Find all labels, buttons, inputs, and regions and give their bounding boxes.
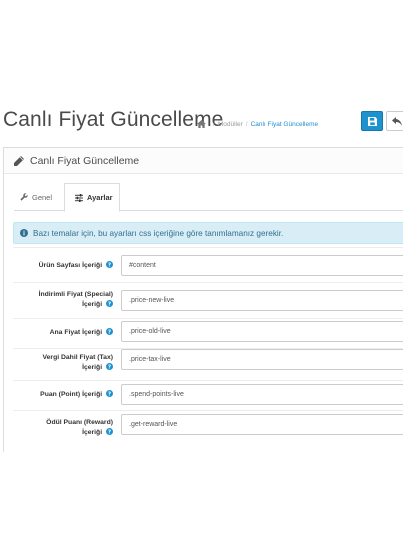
panel-heading: Canlı Fiyat Güncelleme: [4, 148, 403, 174]
info-alert: Bazı temalar için, bu ayarları css içeri…: [13, 222, 403, 244]
breadcrumb-modules[interactable]: Modüller: [218, 121, 243, 128]
form-row-product-page: Ürün Sayfası İçeriği ? #content: [13, 247, 403, 282]
field-label-text: Vergi Dahil Fiyat (Tax): [42, 354, 113, 361]
sliders-icon: [75, 193, 83, 202]
field-label: Ödül Puanı (Reward) İçeriği ?: [18, 418, 113, 438]
tax-price-input[interactable]: .price-tax-live: [121, 349, 403, 370]
field-label-text: İndirimli Fiyat (Special): [38, 291, 113, 298]
save-button[interactable]: [361, 111, 383, 131]
form-row-reward: Ödül Puanı (Reward) İçeriği ? .get-rewar…: [13, 410, 403, 453]
breadcrumb: / Modüller / Canlı Fiyat Güncelleme: [197, 120, 318, 128]
back-button[interactable]: [386, 111, 403, 131]
help-icon[interactable]: ?: [106, 261, 113, 268]
help-icon[interactable]: ?: [106, 300, 113, 307]
panel-title: Canlı Fiyat Güncelleme: [30, 154, 140, 167]
help-icon[interactable]: ?: [106, 363, 113, 370]
field-label-text-line2: İçeriği: [82, 301, 103, 308]
help-icon[interactable]: ?: [106, 428, 113, 435]
field-label-text: Puan (Point) İçeriği: [40, 391, 103, 398]
svg-text:?: ?: [108, 392, 111, 397]
field-label: Vergi Dahil Fiyat (Tax) İçeriği ?: [18, 353, 113, 373]
field-label-text: Ödül Puanı (Reward): [46, 419, 113, 426]
tab-bar: Genel Ayarlar: [14, 183, 403, 212]
svg-text:?: ?: [108, 302, 111, 307]
field-label-text: Ürün Sayfası İçeriği: [38, 262, 103, 269]
svg-text:?: ?: [108, 365, 111, 370]
special-price-input[interactable]: .price-new-live: [121, 290, 403, 311]
reward-input[interactable]: .get-reward-live: [121, 414, 403, 435]
tab-general[interactable]: Genel: [14, 183, 59, 211]
field-label-text: Ana Fiyat İçeriği: [49, 329, 103, 336]
settings-panel: Canlı Fiyat Güncelleme Genel Ayarlar Baz…: [3, 147, 403, 452]
breadcrumb-separator: /: [245, 120, 248, 128]
field-label: İndirimli Fiyat (Special) İçeriği ?: [18, 290, 113, 310]
form-row-old-price: Ana Fiyat İçeriği ? .price-old-live: [13, 318, 403, 348]
field-label-text-line2: İçeriği: [82, 364, 103, 371]
help-icon[interactable]: ?: [106, 328, 113, 335]
tab-settings[interactable]: Ayarlar: [64, 183, 120, 212]
old-price-input[interactable]: .price-old-live: [121, 321, 403, 342]
form-row-tax-price: Vergi Dahil Fiyat (Tax) İçeriği ? .price…: [13, 348, 403, 380]
reply-icon: [392, 116, 402, 126]
svg-text:?: ?: [108, 430, 111, 435]
field-label-text-line2: İçeriği: [82, 429, 103, 436]
points-input[interactable]: .spend-points-live: [121, 384, 403, 405]
alert-text: Bazı temalar için, bu ayarları css içeri…: [33, 228, 284, 238]
home-icon[interactable]: [197, 120, 206, 128]
field-label: Ürün Sayfası İçeriği ?: [18, 261, 113, 271]
help-icon[interactable]: ?: [106, 390, 113, 397]
tab-general-label: Genel: [32, 192, 53, 202]
save-icon: [367, 116, 377, 126]
form-row-points: Puan (Point) İçeriği ? .spend-points-liv…: [13, 380, 403, 410]
field-label: Ana Fiyat İçeriği ?: [18, 328, 113, 338]
product-page-content-input[interactable]: #content: [121, 255, 403, 276]
page-title: Canlı Fiyat Güncelleme: [3, 108, 224, 131]
field-label: Puan (Point) İçeriği ?: [18, 390, 113, 400]
breadcrumb-current[interactable]: Canlı Fiyat Güncelleme: [251, 121, 319, 128]
svg-text:?: ?: [108, 330, 111, 335]
page-header: Canlı Fiyat Güncelleme / Modüller / Canl…: [0, 108, 403, 140]
tab-settings-label: Ayarlar: [87, 193, 113, 202]
wrench-icon: [20, 193, 28, 201]
breadcrumb-separator: /: [213, 120, 215, 128]
svg-text:?: ?: [108, 263, 111, 268]
form-row-special-price: İndirimli Fiyat (Special) İçeriği ? .pri…: [13, 282, 403, 318]
info-circle-icon: [20, 229, 28, 237]
pencil-icon: [14, 155, 24, 166]
